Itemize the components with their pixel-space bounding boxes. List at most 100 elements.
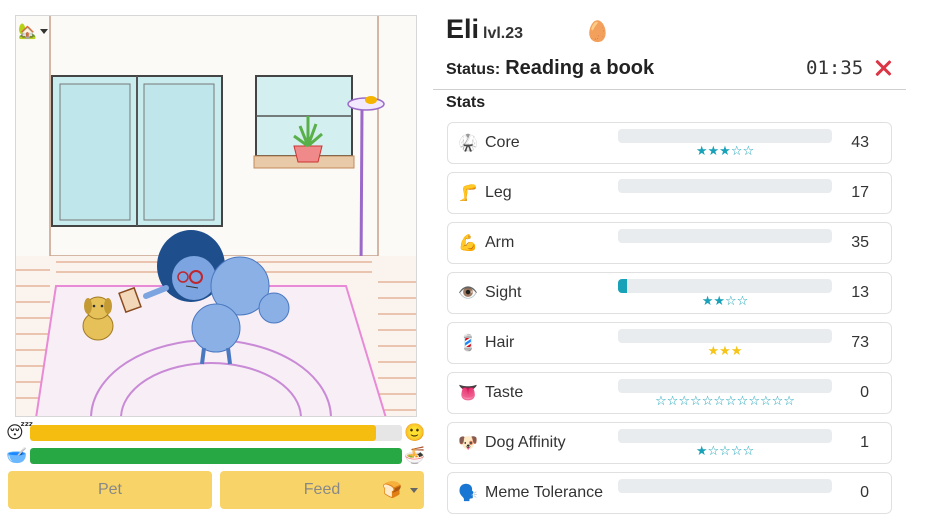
room-drawing bbox=[16, 16, 416, 416]
energy-meter: 😴 🙂 bbox=[6, 422, 426, 444]
star-empty-icon: ☆ bbox=[783, 394, 795, 409]
character-level: lvl.23 bbox=[483, 25, 524, 42]
status-value: Reading a book bbox=[505, 57, 655, 79]
stat-row-sight: 👁️ Sight ★★☆☆ 13 bbox=[447, 272, 892, 314]
cancel-activity-icon[interactable] bbox=[872, 57, 894, 79]
stat-label: Leg bbox=[485, 184, 512, 201]
star-filled-icon: ★ bbox=[707, 344, 720, 359]
character-name: Eli bbox=[446, 14, 480, 44]
star-empty-icon: ☆ bbox=[730, 444, 743, 459]
bread-icon: 🍞 bbox=[382, 482, 402, 499]
star-empty-icon: ☆ bbox=[771, 394, 784, 409]
stat-progress-bar bbox=[618, 129, 832, 143]
room-scene[interactable]: 🏡 bbox=[15, 15, 417, 417]
stats-heading: Stats bbox=[446, 94, 486, 111]
house-icon: 🏡 bbox=[18, 22, 37, 40]
energy-fill bbox=[30, 425, 376, 441]
stat-row-hair: 💈 Hair ★★★ 73 bbox=[447, 322, 892, 364]
stat-row-arm: 💪 Arm 35 bbox=[447, 222, 892, 264]
star-empty-icon: ☆ bbox=[730, 144, 743, 159]
stat-row-taste: 👅 Taste ☆☆☆☆☆☆☆☆☆☆☆☆ 0 bbox=[447, 372, 892, 414]
stat-progress-fill bbox=[618, 279, 627, 293]
star-empty-icon: ☆ bbox=[713, 394, 725, 409]
stat-value: 35 bbox=[851, 234, 869, 251]
noodle-bowl-icon: 🍜 bbox=[404, 446, 426, 466]
stat-value: 17 bbox=[851, 184, 869, 201]
star-filled-icon: ★ bbox=[719, 344, 731, 359]
status-line: Status: Reading a book bbox=[446, 57, 654, 83]
star-filled-icon: ★ bbox=[695, 144, 708, 159]
stat-progress-bar bbox=[618, 279, 832, 293]
empty-bowl-icon: 🥣 bbox=[6, 446, 28, 466]
stat-label: Hair bbox=[485, 334, 515, 351]
martial-arts-uniform-icon: 🥋 bbox=[458, 133, 478, 152]
star-empty-icon: ☆ bbox=[742, 444, 755, 459]
barber-pole-icon: 💈 bbox=[458, 333, 478, 352]
stat-value: 0 bbox=[860, 484, 869, 501]
star-filled-icon: ★ bbox=[707, 144, 720, 159]
stat-value: 13 bbox=[851, 284, 869, 301]
stat-progress-bar bbox=[618, 479, 832, 493]
tongue-icon: 👅 bbox=[458, 383, 478, 402]
stat-value: 0 bbox=[860, 384, 869, 401]
stat-row-dog-affinity: 🐶 Dog Affinity ★☆☆☆☆ 1 bbox=[447, 422, 892, 464]
star-empty-icon: ☆ bbox=[725, 294, 737, 309]
stat-stars: ☆☆☆☆☆☆☆☆☆☆☆☆ bbox=[618, 394, 832, 410]
star-empty-icon: ☆ bbox=[736, 394, 749, 409]
star-empty-icon: ☆ bbox=[707, 444, 720, 459]
stat-label: Sight bbox=[485, 284, 522, 301]
star-empty-icon: ☆ bbox=[742, 144, 755, 159]
energy-track bbox=[30, 425, 402, 441]
feed-button[interactable]: Feed 🍞 bbox=[220, 471, 424, 509]
chevron-down-icon[interactable] bbox=[410, 488, 418, 493]
star-empty-icon: ☆ bbox=[725, 394, 737, 409]
stat-progress-bar bbox=[618, 329, 832, 343]
star-empty-icon: ☆ bbox=[719, 444, 731, 459]
stat-row-meme-tolerance: 🗣️ Meme Tolerance 0 bbox=[447, 472, 892, 514]
stat-stars: ★★★☆☆ bbox=[618, 144, 832, 160]
stat-stars: ★★☆☆ bbox=[618, 294, 832, 310]
stat-progress-bar bbox=[618, 429, 832, 443]
sleepy-face-icon: 😴 bbox=[6, 423, 34, 443]
stat-label: Core bbox=[485, 134, 520, 151]
star-empty-icon: ☆ bbox=[748, 394, 760, 409]
eye-icon: 👁️ bbox=[458, 283, 478, 302]
star-empty-icon: ☆ bbox=[655, 394, 667, 409]
dog-face-icon: 🐶 bbox=[458, 433, 478, 452]
stat-progress-bar bbox=[618, 179, 832, 193]
star-filled-icon: ★ bbox=[701, 294, 714, 309]
stat-stars: ★★★ bbox=[618, 344, 832, 360]
flexed-biceps-icon: 💪 bbox=[458, 233, 478, 252]
stat-value: 1 bbox=[860, 434, 869, 451]
stat-progress-bar bbox=[618, 379, 832, 393]
speaking-head-icon: 🗣️ bbox=[458, 483, 478, 502]
divider bbox=[433, 89, 906, 90]
home-menu-button[interactable]: 🏡 bbox=[18, 20, 48, 42]
leg-icon: 🦵 bbox=[458, 183, 478, 202]
stat-label: Meme Tolerance bbox=[485, 484, 603, 501]
character-header: Eli lvl.23 bbox=[446, 14, 523, 54]
stats-list: 🥋 Core ★★★☆☆ 43 🦵 Leg 17 💪 Arm 35 👁️ Sight ★★☆☆ 13 💈 Ha… bbox=[447, 122, 892, 522]
food-track bbox=[30, 448, 402, 464]
stat-progress-bar bbox=[618, 229, 832, 243]
stat-label: Arm bbox=[485, 234, 515, 251]
star-empty-icon: ☆ bbox=[736, 294, 749, 309]
status-label: Status: bbox=[446, 61, 501, 78]
stat-label: Dog Affinity bbox=[485, 434, 566, 451]
star-filled-icon: ★ bbox=[695, 444, 708, 459]
star-empty-icon: ☆ bbox=[690, 394, 702, 409]
stat-row-leg: 🦵 Leg 17 bbox=[447, 172, 892, 214]
star-empty-icon: ☆ bbox=[759, 394, 772, 409]
star-filled-icon: ★ bbox=[713, 294, 725, 309]
smiley-face-icon: 🙂 bbox=[404, 423, 426, 443]
pet-button[interactable]: Pet bbox=[8, 471, 212, 509]
stat-row-core: 🥋 Core ★★★☆☆ 43 bbox=[447, 122, 892, 164]
stat-value: 73 bbox=[851, 334, 869, 351]
star-filled-icon: ★ bbox=[719, 144, 731, 159]
star-empty-icon: ☆ bbox=[701, 394, 714, 409]
chevron-down-icon bbox=[39, 28, 48, 34]
activity-timer: 01:35 bbox=[806, 57, 864, 79]
star-empty-icon: ☆ bbox=[678, 394, 691, 409]
stat-stars: ★☆☆☆☆ bbox=[618, 444, 832, 460]
stat-value: 43 bbox=[851, 134, 869, 151]
